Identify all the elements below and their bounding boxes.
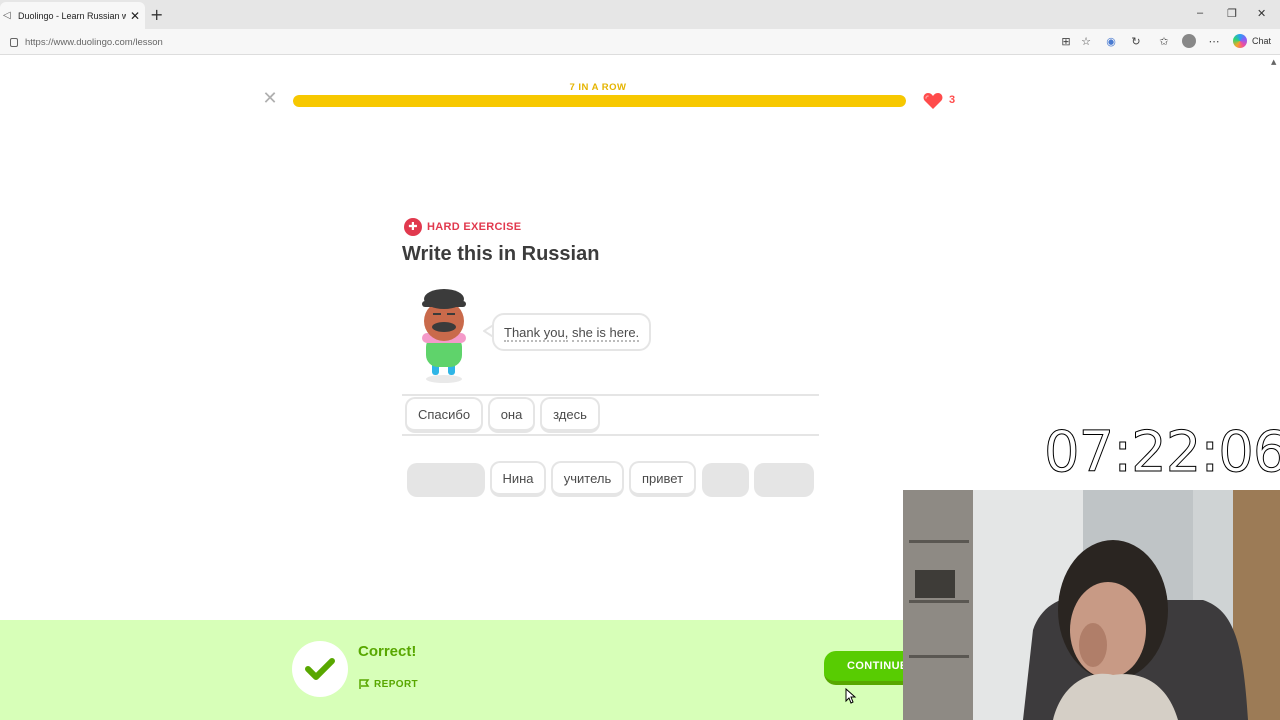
report-button[interactable]: REPORT [358,678,418,690]
hearts-count: 3 [949,94,956,106]
timer-overlay: 07:22:06 [1044,420,1280,486]
prompt-word[interactable]: she is here. [571,324,640,342]
word-bank-chip[interactable]: привет [629,461,696,497]
lock-icon [10,37,18,47]
more-icon[interactable]: ⋯ [1207,34,1221,48]
browser-tab[interactable]: ◁ Duolingo - Learn Russian with ✕ [0,2,145,29]
answer-chip[interactable]: здесь [540,397,600,433]
word-bank-chip[interactable]: учитель [551,461,624,497]
character-illustration [422,289,466,383]
browser-tab-bar: ◁ Duolingo - Learn Russian with ✕ + – ❐ … [0,0,1280,29]
prompt-sentence: Thank you, she is here. [504,324,640,342]
progress-fill [293,95,906,107]
flag-icon [359,679,370,689]
streak-label: 7 IN A ROW [569,82,627,93]
close-lesson-icon[interactable]: ✕ [262,90,278,108]
progress-bar [293,95,906,107]
result-text: Correct! [358,643,417,660]
tab-title: Duolingo - Learn Russian with [18,10,126,21]
answer-chip[interactable]: Спасибо [405,397,483,433]
copilot-icon[interactable] [1233,34,1247,48]
checkmark-icon [305,658,335,680]
webcam-image [903,490,1280,720]
tab-close-icon[interactable]: ✕ [130,9,140,23]
speech-bubble: Thank you, she is here. [492,313,652,351]
word-bank-slot-empty [702,463,749,497]
word-bank-slot-empty [754,463,814,497]
webcam-overlay [903,490,1280,720]
url-field[interactable]: https://www.duolingo.com/lesson [6,33,1051,51]
extension-icon[interactable]: ◉ [1104,34,1118,48]
scroll-up-icon[interactable]: ▲ [1271,58,1276,66]
word-bank-slot-empty [407,463,485,497]
new-tab-icon[interactable]: + [150,5,163,24]
speaker-icon: ◁ [3,9,11,21]
minimize-icon[interactable]: – [1197,7,1203,19]
correct-badge [292,641,348,697]
answer-line-bottom [402,434,819,436]
refresh-icon[interactable]: ↻ [1129,34,1143,48]
answer-line-top [402,394,819,396]
prompt-word[interactable]: Thank you, [504,324,569,342]
restore-icon[interactable]: ❐ [1227,7,1237,20]
answer-chip[interactable]: она [488,397,535,433]
word-bank-chip[interactable]: Нина [490,461,546,497]
report-label: REPORT [374,678,419,690]
profile-avatar[interactable] [1182,34,1196,48]
mouse-cursor-icon [845,688,857,704]
hard-exercise-badge: ✚ HARD EXERCISE [404,218,521,236]
window-close-icon[interactable]: ✕ [1257,7,1266,20]
favorite-star-icon[interactable]: ☆ [1079,34,1093,48]
exercise-title: Write this in Russian [402,243,600,265]
hard-exercise-label: HARD EXERCISE [427,221,522,233]
heart-icon [923,93,943,109]
url-text: https://www.duolingo.com/lesson [25,36,163,48]
chat-button[interactable]: Chat [1252,36,1271,46]
dumbbell-icon: ✚ [404,218,422,236]
favorites-icon[interactable]: ✩ [1157,34,1171,48]
apps-icon[interactable]: ⊞ [1059,34,1073,48]
